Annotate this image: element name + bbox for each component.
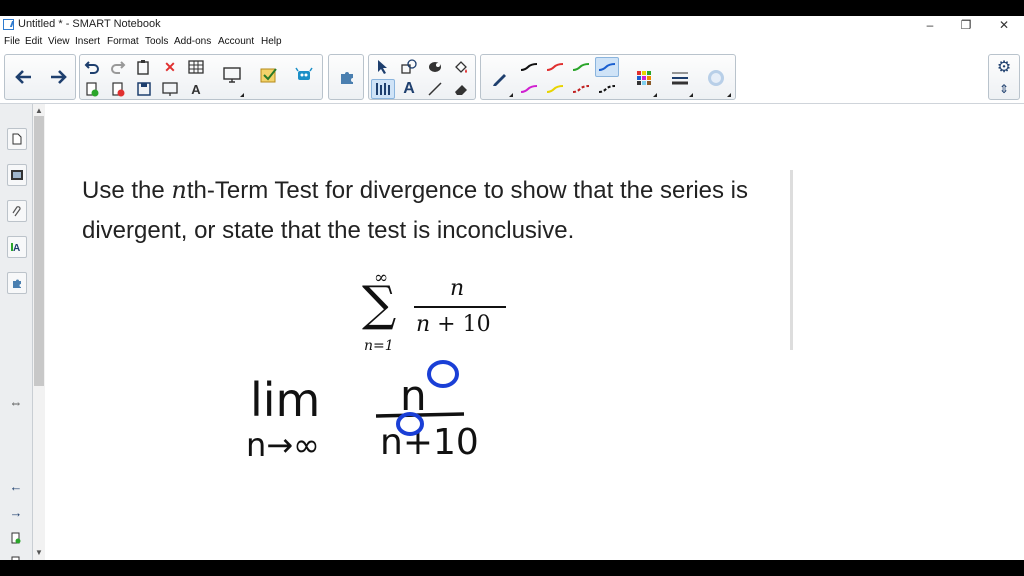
settings-group: ⚙ ⇕ [988, 54, 1020, 100]
pen-color-swatch-4[interactable] [595, 57, 619, 77]
nav-group [4, 54, 76, 100]
text-icon[interactable]: A [399, 79, 419, 99]
svg-text:A: A [13, 243, 20, 253]
sidebar-next-page-icon[interactable]: → [8, 504, 24, 520]
notebook-page[interactable]: Use the nth-Term Test for divergence to … [46, 104, 1024, 560]
ink-lim: lim [250, 373, 320, 427]
minimize-button[interactable]: – [912, 16, 948, 34]
restore-button[interactable]: ❐ [948, 16, 984, 34]
addons-puzzle-icon[interactable] [332, 57, 362, 97]
menu-tools[interactable]: Tools [145, 36, 168, 47]
pens-icon[interactable] [371, 79, 395, 99]
select-group: A [368, 54, 476, 100]
shapes-icon[interactable] [399, 57, 419, 77]
delete-icon[interactable]: ✕ [160, 57, 180, 77]
ink-lim-subscript: n→∞ [246, 426, 320, 464]
line-style-dropdown-corner [689, 93, 693, 97]
page-sorter-icon[interactable] [7, 128, 27, 150]
vertical-scrollbar[interactable]: ▲ ▼ [33, 104, 45, 560]
color-dropdown-corner [653, 93, 657, 97]
table-icon[interactable] [186, 57, 206, 77]
scroll-thumb[interactable] [34, 116, 44, 386]
addons-group [328, 54, 364, 100]
ink-circle-numerator-power [427, 360, 459, 388]
screen-capture-icon[interactable] [218, 61, 246, 89]
back-arrow-icon[interactable] [9, 57, 39, 97]
pen-color-swatch-2[interactable] [543, 57, 567, 77]
app-window: Untitled * - SMART Notebook – ❐ ✕ File E… [0, 16, 1024, 568]
scroll-down-icon[interactable]: ▼ [35, 548, 43, 557]
color-palette-icon[interactable] [631, 65, 657, 91]
menu-edit[interactable]: Edit [25, 36, 42, 47]
ink-denominator: n+10 [380, 422, 479, 463]
handwriting-icon[interactable]: A [186, 79, 206, 99]
smart-notebook-app-icon [3, 19, 14, 30]
undo-icon[interactable] [82, 57, 102, 77]
line-icon[interactable] [425, 79, 445, 99]
addons-side-icon[interactable] [7, 272, 27, 294]
screen-shade-icon[interactable] [160, 79, 180, 99]
pen-color-swatch-1[interactable] [517, 57, 541, 77]
properties-icon[interactable]: A [7, 236, 27, 258]
menu-bar: File Edit View Insert Format Tools Add-o… [0, 35, 1024, 51]
line-style-icon[interactable] [667, 65, 693, 91]
pen-color-swatch-5[interactable] [517, 79, 541, 99]
menu-view[interactable]: View [48, 36, 70, 47]
paste-icon[interactable] [134, 57, 154, 77]
gear-icon[interactable]: ⚙ [994, 57, 1014, 77]
title-bar: Untitled * - SMART Notebook – ❐ ✕ [0, 16, 1024, 34]
pen-color-swatch-7[interactable] [569, 79, 593, 99]
response-check-icon[interactable] [255, 61, 283, 89]
top-black-bar [0, 0, 1024, 16]
eraser-icon[interactable] [451, 79, 471, 99]
pen-color-swatch-3[interactable] [569, 57, 593, 77]
remove-page-icon[interactable] [108, 79, 128, 99]
menu-insert[interactable]: Insert [75, 36, 100, 47]
pen-tool-icon[interactable] [487, 65, 513, 91]
pen-options-group [480, 54, 736, 100]
window-title: Untitled * - SMART Notebook [18, 18, 161, 30]
scroll-up-icon[interactable]: ▲ [35, 106, 43, 115]
edit-group: ✕ A [79, 54, 323, 100]
redo-icon[interactable] [108, 57, 128, 77]
close-button[interactable]: ✕ [986, 16, 1022, 34]
fill-effect-icon[interactable] [703, 65, 729, 91]
side-panel-tabs: A ⇔ ← → [0, 104, 33, 568]
dropdown-corner [240, 93, 244, 97]
pen-dropdown-corner [509, 93, 513, 97]
main-toolbar: ✕ A A ⚙ ⇕ [0, 53, 1024, 104]
menu-account[interactable]: Account [218, 36, 254, 47]
pen-color-swatch-6[interactable] [543, 79, 567, 99]
menu-file[interactable]: File [4, 36, 20, 47]
fill-icon[interactable] [451, 57, 471, 77]
select-arrow-icon[interactable] [373, 57, 393, 77]
menu-addons[interactable]: Add-ons [174, 36, 211, 47]
magic-pen-icon[interactable] [425, 57, 445, 77]
add-page-icon[interactable] [82, 79, 102, 99]
pen-color-swatch-8[interactable] [595, 79, 619, 99]
sidebar-previous-page-icon[interactable]: ← [8, 478, 24, 494]
handwritten-ink-layer[interactable]: lim n→∞ n n+10 [46, 104, 1024, 560]
resize-sidebar-icon[interactable]: ⇔ [8, 394, 24, 410]
menu-format[interactable]: Format [107, 36, 139, 47]
toolbar-position-icon[interactable]: ⇕ [994, 79, 1014, 99]
fill-dropdown-corner [727, 93, 731, 97]
gallery-icon[interactable] [7, 164, 27, 186]
attachments-icon[interactable] [7, 200, 27, 222]
save-icon[interactable] [134, 79, 154, 99]
activity-builder-icon[interactable] [290, 61, 318, 89]
forward-arrow-icon[interactable] [43, 57, 73, 97]
bottom-black-bar [0, 560, 1024, 576]
menu-help[interactable]: Help [261, 36, 282, 47]
sidebar-add-page-icon[interactable] [8, 530, 24, 546]
